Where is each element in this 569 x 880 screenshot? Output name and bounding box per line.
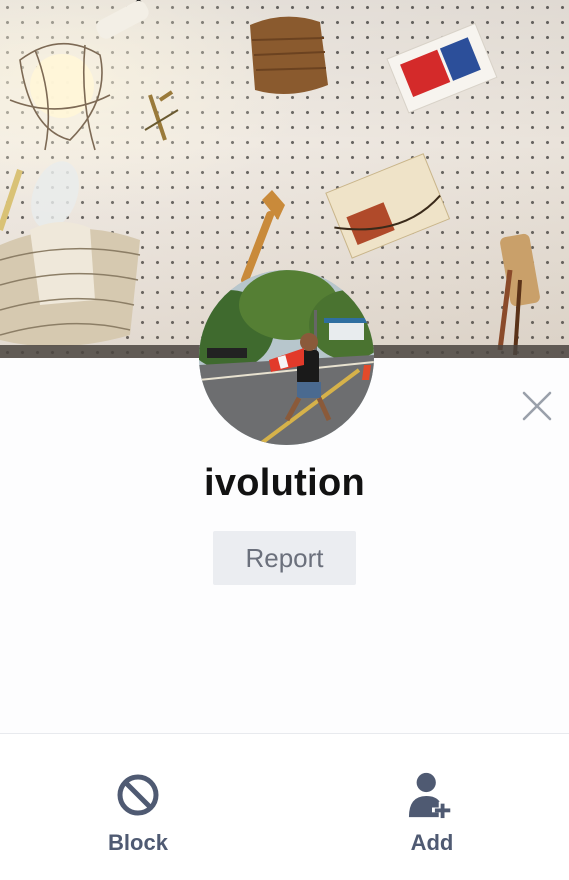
block-label: Block xyxy=(108,830,168,855)
block-icon xyxy=(113,770,163,820)
action-bar: Block Add xyxy=(0,733,569,880)
add-friend-icon xyxy=(407,770,457,820)
add-friend-button[interactable]: Add xyxy=(372,770,492,860)
profile-name: ivolution xyxy=(203,462,365,504)
profile-avatar[interactable] xyxy=(199,270,374,445)
report-button[interactable]: Report xyxy=(213,531,356,585)
block-button[interactable]: Block xyxy=(78,770,198,860)
add-label: Add xyxy=(410,830,454,855)
close-icon xyxy=(522,391,552,421)
close-button[interactable] xyxy=(518,387,556,425)
avatar-photo xyxy=(199,270,374,445)
